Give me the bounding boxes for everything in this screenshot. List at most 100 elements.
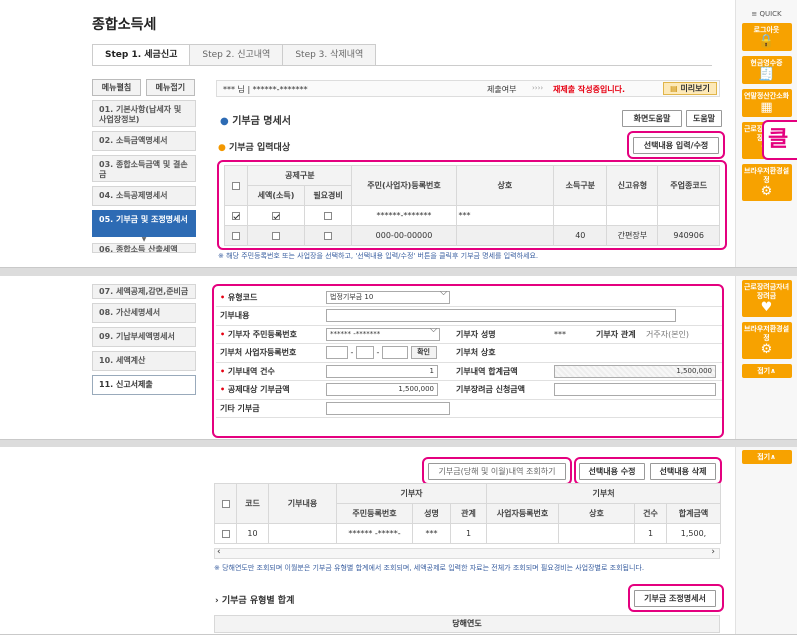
quick-logout-label: 로그아웃 [753,26,780,34]
sidebar-item-credit[interactable]: 07. 세액공제,감면,준비금 [92,284,196,299]
donor-name-header: 성명 [412,503,451,524]
amount-header: 합계금액 [665,503,722,524]
highlight-adjust [628,584,724,612]
scroll-left-icon[interactable]: ‹ [217,547,221,557]
sum-title: › 기부금 유형별 합계 [215,593,294,606]
sidebar-item-donation[interactable]: 05. 기부금 및 조정명세서 [92,210,196,237]
tab-step3[interactable]: Step 3. 삭제내역 [282,44,377,66]
tab-step1[interactable]: Step 1. 세금신고 [92,44,191,66]
org-name-header: 상호 [558,503,635,524]
heart-icon: ♥ [760,300,773,315]
count-header: 건수 [634,503,667,524]
row-content [268,523,337,544]
select-all-checkbox[interactable] [221,499,230,508]
sidebar-item-income[interactable]: 02. 소득금액명세서 [92,131,196,151]
row-checkbox[interactable] [221,529,230,538]
callout-box: 클 [762,120,797,160]
quick-top-button-2[interactable]: 접기∧ [741,450,792,464]
donation-form-panel: 07. 세액공제,감면,준비금 08. 가산세명세서 09. 기납부세액명세서 … [0,276,797,440]
lock-icon: 🔒 [758,34,775,49]
highlight-edit-delete [574,457,722,485]
step-tabs: Step 1. 세금신고 Step 2. 신고내역 Step 3. 삭제내역 [92,44,377,66]
quick-top-button[interactable]: 접기∧ [741,364,792,378]
donation-list-table: 코드 기부내용 기부자 기부처 주민등록번호 성명 관계 사업자등록번호 상호 … [214,483,722,544]
row-relation: 1 [450,523,487,544]
preview-button[interactable]: ▤ 미리보기 [663,82,717,95]
quick-yearend-button[interactable]: 연말정산간소화 ▦ [741,89,792,117]
donor-header: 기부자 [336,483,487,504]
subsection-bullet-icon: ● [218,143,229,153]
sidebar-item-tax[interactable]: 06. 종합소득 산출세액 [92,243,196,253]
scroll-right-icon[interactable]: › [711,547,715,557]
gear-icon: ⚙ [760,342,773,357]
row-org-name [558,523,635,544]
section-bullet-icon: ● [220,116,233,127]
status-arrows: ›››› [532,84,544,92]
quick-menu-2: 근로장려금자녀장려금 ♥ 브라우저환경설정 ⚙ 접기∧ [735,276,797,439]
content-header: 기부내용 [268,483,337,524]
row-count: 1 [634,523,667,544]
menu-expand-button[interactable]: 메뉴펼침 [92,79,141,96]
section-title-donation: ● 기부금 명세서 [220,112,291,127]
gear-icon: ⚙ [760,184,773,199]
preview-label: 미리보기 [680,84,710,93]
select-all-cell[interactable] [214,483,237,524]
separator [0,440,797,447]
submit-status-value: 재제출 작성중입니다. [553,85,626,94]
page-title: 종합소득세 [92,17,157,33]
relation-header: 관계 [450,503,487,524]
row-amount: 1,500, [665,523,722,544]
row-code: 10 [236,523,269,544]
quick-incentive-label-2: 근로장려금자녀장려금 [743,283,790,300]
quick-receipt-button[interactable]: 현금영수증 🧾 [741,56,792,84]
grid-icon: ▦ [760,100,773,115]
user-name: *** 님 | ******-******* [223,85,308,94]
horizontal-scrollbar[interactable]: ‹ › [214,547,720,559]
chevron-right-icon: › [215,596,222,606]
sidebar-continued: 07. 세액공제,감면,준비금 08. 가산세명세서 09. 기납부세액명세서 … [92,284,196,395]
quick-browser-button-2[interactable]: 브라우저환경설정 ⚙ [741,322,792,359]
row-donor-name: *** [412,523,451,544]
help-button[interactable]: 도움말 [686,110,722,127]
quick-receipt-label: 현금영수증 [750,59,783,67]
sidebar-item-deduction[interactable]: 04. 소득공제명세서 [92,186,196,206]
sum-title-text: 기부금 유형별 합계 [221,596,295,606]
sidebar-item-basic[interactable]: 01. 기본사항(납세자 및 사업장정보) [92,100,196,127]
table-row[interactable]: 10 ****** -*****- *** 1 1 1,500, [214,523,722,544]
sidebar-item-prepaid[interactable]: 09. 기납부세액명세서 [92,327,196,347]
quick-header: ≡ QUICK [751,10,782,18]
sidebar-item-total-income[interactable]: 03. 종합소득금액 및 결손금 [92,155,196,182]
quick-browser-button[interactable]: 브라우저환경설정 ⚙ [741,164,792,201]
menu-collapse-button[interactable]: 메뉴접기 [145,79,195,96]
sidebar-item-penalty[interactable]: 08. 가산세명세서 [92,303,196,323]
row-donor-id: ****** -*****- [336,523,413,544]
highlight-target-table [217,160,727,250]
preview-icon: ▤ [670,84,681,93]
tab-step2[interactable]: Step 2. 신고내역 [189,44,284,66]
row-org-id [486,523,559,544]
subsection-title-text: 기부금 입력대상 [229,143,291,153]
org-header: 기부처 [485,483,722,504]
sidebar: 메뉴펼침 메뉴접기 01. 기본사항(납세자 및 사업장정보) 02. 소득금액… [92,79,196,253]
separator [0,268,797,276]
quick-browser-label: 브라우저환경설정 [743,167,790,184]
org-id-header: 사업자등록번호 [486,503,559,524]
sidebar-item-submit[interactable]: 11. 신고서제출 [92,375,196,395]
sidebar-item-calc[interactable]: 10. 세액계산 [92,351,196,371]
table-note: ※ 해당 주민등록번호 또는 사업장을 선택하고, '선택내용 입력/수정' 버… [218,252,539,260]
screen-help-button[interactable]: 화면도움말 [622,110,682,127]
subsection-title: ● 기부금 입력대상 [218,140,290,153]
highlight-form [212,284,724,438]
quick-browser-label-2: 브라우저환경설정 [743,325,790,342]
quick-yearend-label: 연말정산간소화 [743,92,790,100]
receipt-icon: 🧾 [758,67,775,82]
list-note: ※ 당해연도만 조회되며 이월분은 기부금 유형별 합계에서 조회되며, 세액공… [214,564,645,572]
code-header: 코드 [236,483,269,524]
donation-statement-panel: 종합소득세 Step 1. 세금신고 Step 2. 신고내역 Step 3. … [0,0,797,268]
highlight-edit-button [627,131,725,159]
donor-id-header: 주민등록번호 [336,503,413,524]
quick-menu-3: 접기∧ [735,447,797,634]
year-header: 당해연도 [214,615,720,633]
quick-incentive-button-2[interactable]: 근로장려금자녀장려금 ♥ [741,280,792,317]
quick-logout-button[interactable]: 로그아웃 🔒 [741,23,792,51]
